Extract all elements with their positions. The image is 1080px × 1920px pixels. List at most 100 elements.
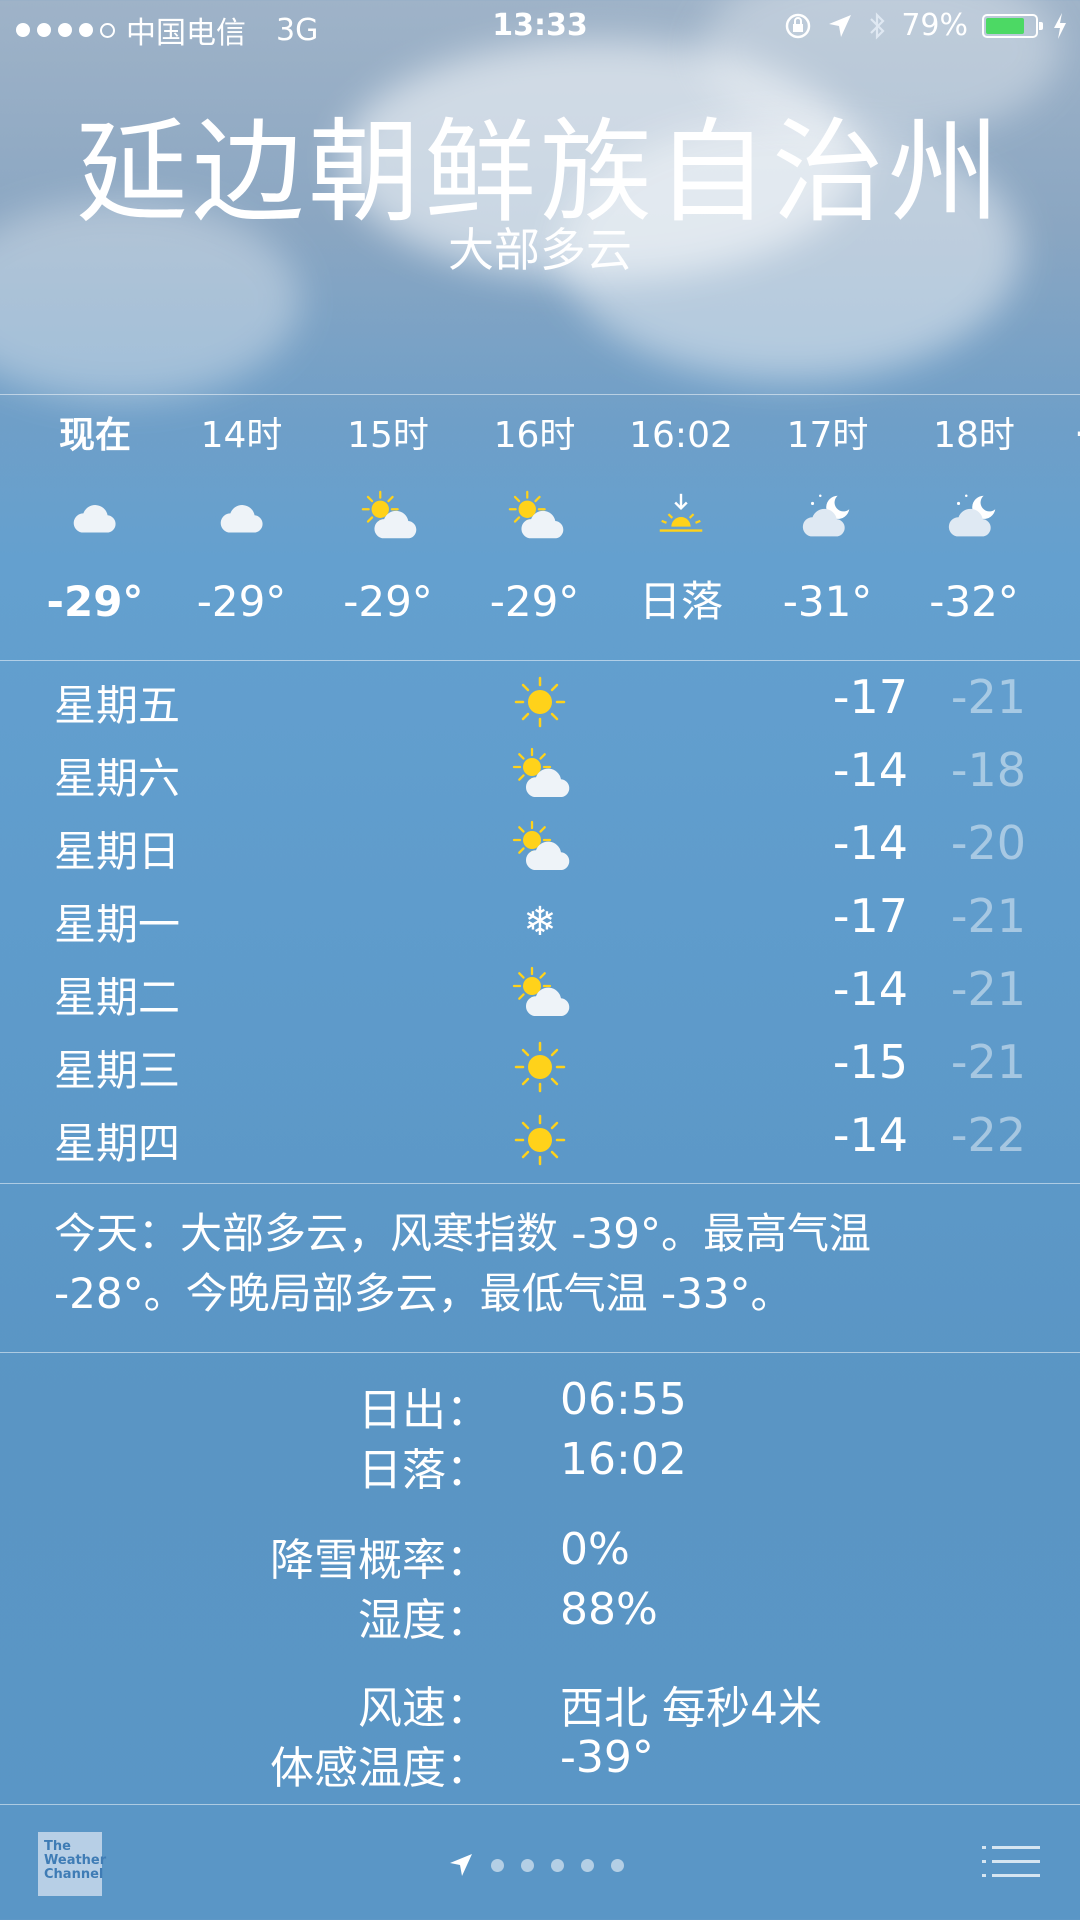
day-name: 星期一 bbox=[54, 900, 181, 949]
wind-value: 西北 每秒4米 bbox=[560, 1683, 822, 1734]
hourly-forecast[interactable]: 现在 -29° 14时 -29° 15时 -29° 16时 -29° 16:02 日落 17时 -… bbox=[0, 396, 1080, 660]
divider bbox=[0, 660, 1080, 661]
sunset-icon bbox=[608, 462, 754, 572]
high-temperature: -15 bbox=[832, 1035, 908, 1089]
hourly-temperature: -29° bbox=[196, 577, 287, 626]
hourly-temperature: -29° bbox=[343, 577, 433, 626]
daily-row: 星期六 -14 -18 bbox=[0, 739, 1080, 812]
high-temperature: -17 bbox=[832, 889, 908, 943]
hourly-item: 14时 -29° bbox=[169, 396, 315, 632]
low-temperature: -18 bbox=[950, 743, 1026, 797]
day-name: 星期六 bbox=[54, 754, 181, 803]
daily-row: 星期一 ❄ -17 -21 bbox=[0, 885, 1080, 958]
city-list-icon[interactable] bbox=[982, 1844, 1040, 1880]
sun-icon bbox=[510, 1110, 570, 1170]
divider bbox=[0, 1804, 1080, 1805]
hourly-time: 16:02 bbox=[629, 415, 733, 456]
sunset-value: 16:02 bbox=[560, 1434, 687, 1485]
bottom-toolbar: The Weather Channel bbox=[0, 1806, 1080, 1920]
partly-cloudy-night-icon bbox=[755, 462, 901, 572]
daily-row: 星期日 -14 -20 bbox=[0, 812, 1080, 885]
logo-text: The bbox=[44, 1839, 71, 1854]
divider bbox=[0, 1352, 1080, 1353]
low-temperature: -22 bbox=[950, 1108, 1026, 1162]
partly-sunny-icon bbox=[315, 462, 461, 572]
hourly-temperature: 日落 bbox=[638, 577, 723, 626]
partly-sunny-icon bbox=[462, 462, 608, 572]
today-summary: 今天：大部多云，风寒指数 -39°。最高气温 -28°。今晚局部多云，最低气温 … bbox=[54, 1204, 1034, 1324]
humidity-value: 88% bbox=[560, 1584, 658, 1635]
summary-line: 今天：大部多云，风寒指数 -39°。最高气温 bbox=[54, 1209, 871, 1258]
hourly-overflow-mark: · bbox=[1074, 414, 1080, 455]
sunset-label: 日落： bbox=[358, 1445, 490, 1496]
rotation-lock-icon bbox=[786, 13, 811, 38]
summary-line: -28°。今晚局部多云，最低气温 -33°。 bbox=[54, 1269, 793, 1318]
high-temperature: -14 bbox=[832, 1108, 908, 1162]
low-temperature: -21 bbox=[950, 889, 1026, 943]
hourly-item: 18时 -32° bbox=[901, 396, 1047, 632]
divider bbox=[0, 394, 1080, 395]
sun-icon bbox=[510, 672, 570, 732]
current-condition: 大部多云 bbox=[448, 223, 632, 277]
humidity-label: 湿度： bbox=[358, 1595, 490, 1646]
logo-text: Weather bbox=[44, 1853, 107, 1868]
page-dot bbox=[611, 1858, 624, 1872]
current-location-icon bbox=[450, 1854, 472, 1876]
wind-label: 风速： bbox=[358, 1683, 490, 1734]
daily-row: 星期三 -15 -21 bbox=[0, 1031, 1080, 1104]
hourly-item: 16:02 日落 bbox=[608, 396, 754, 632]
daily-row: 星期五 -17 -21 bbox=[0, 666, 1080, 739]
cloud-icon bbox=[22, 462, 168, 572]
snow-chance-value: 0% bbox=[560, 1524, 630, 1575]
bluetooth-icon bbox=[870, 11, 885, 40]
hourly-item: 16时 -29° bbox=[462, 396, 608, 632]
day-name: 星期日 bbox=[54, 827, 181, 876]
partly-cloudy-night-icon bbox=[901, 462, 1047, 572]
status-bar: 中国电信 3G 13:33 79% bbox=[0, 0, 1080, 54]
page-dot bbox=[551, 1858, 564, 1872]
page-dot bbox=[581, 1858, 594, 1872]
hourly-time: 16时 bbox=[493, 415, 576, 456]
battery-percent: 79% bbox=[901, 8, 968, 43]
hourly-item: 现在 -29° bbox=[22, 396, 168, 632]
hourly-temperature: -29° bbox=[489, 577, 580, 626]
hourly-time: 18时 bbox=[933, 415, 1015, 456]
sun-icon bbox=[510, 1037, 570, 1097]
day-name: 星期四 bbox=[54, 1119, 181, 1168]
feels-like-value: -39° bbox=[560, 1732, 654, 1783]
high-temperature: -14 bbox=[832, 816, 908, 870]
partly-sunny-icon bbox=[510, 745, 570, 805]
hourly-item: 17时 -31° bbox=[755, 396, 901, 632]
charging-bolt-icon bbox=[1054, 12, 1066, 39]
hourly-time: 14时 bbox=[200, 415, 283, 456]
high-temperature: -17 bbox=[832, 670, 908, 724]
daily-row: 星期四 -14 -22 bbox=[0, 1104, 1080, 1177]
low-temperature: -21 bbox=[950, 670, 1026, 724]
hourly-temperature: -31° bbox=[782, 577, 873, 626]
hourly-temperature: -29° bbox=[46, 577, 144, 626]
logo-text: Channel bbox=[44, 1867, 104, 1882]
partly-sunny-icon bbox=[510, 964, 570, 1024]
hourly-temperature: -32° bbox=[929, 577, 1019, 626]
daily-row: 星期二 -14 -21 bbox=[0, 958, 1080, 1031]
snowflake-icon: ❄ bbox=[510, 891, 570, 951]
svg-text:❄: ❄ bbox=[523, 899, 557, 945]
hourly-time: 15时 bbox=[347, 415, 429, 456]
sunrise-label: 日出： bbox=[358, 1385, 490, 1436]
day-name: 星期三 bbox=[54, 1046, 181, 1095]
feels-like-label: 体感温度： bbox=[270, 1743, 490, 1794]
sunrise-value: 06:55 bbox=[560, 1374, 687, 1425]
snow-chance-label: 降雪概率： bbox=[270, 1535, 490, 1586]
cloud-icon bbox=[169, 462, 315, 572]
weather-channel-logo[interactable]: The Weather Channel bbox=[38, 1832, 107, 1896]
high-temperature: -14 bbox=[832, 743, 908, 797]
low-temperature: -21 bbox=[950, 1035, 1026, 1089]
day-name: 星期五 bbox=[54, 681, 181, 730]
hourly-item: 15时 -29° bbox=[315, 396, 461, 632]
location-arrow-icon bbox=[829, 14, 852, 37]
partly-sunny-icon bbox=[510, 818, 570, 878]
page-dot bbox=[491, 1858, 504, 1872]
page-indicator[interactable] bbox=[448, 1852, 624, 1878]
hourly-time: 17时 bbox=[786, 415, 869, 456]
hourly-time: 现在 bbox=[58, 415, 131, 456]
